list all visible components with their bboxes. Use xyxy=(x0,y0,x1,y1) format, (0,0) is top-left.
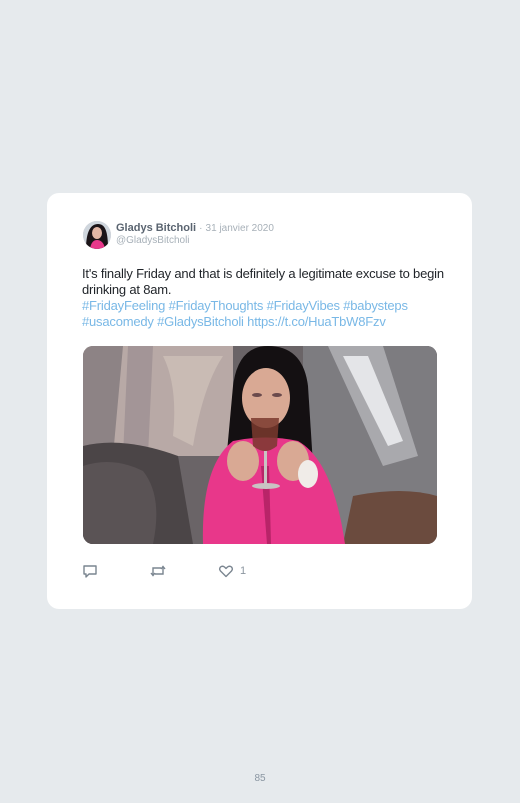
hashtag[interactable]: #FridayFeeling xyxy=(82,298,165,313)
hashtag[interactable]: #babysteps xyxy=(343,298,408,313)
tweet-text: It's finally Friday and that is definite… xyxy=(82,266,447,330)
tweet-card: Gladys Bitcholi · 31 janvier 2020 @Glady… xyxy=(47,193,472,609)
retweet-icon xyxy=(149,563,167,584)
hashtag[interactable]: #FridayThoughts xyxy=(169,298,264,313)
heart-icon xyxy=(218,563,234,584)
tweet-body: It's finally Friday and that is definite… xyxy=(82,266,444,297)
hashtag[interactable]: #usacomedy xyxy=(82,314,154,329)
tweet-actions: 1 xyxy=(82,563,282,583)
like-count: 1 xyxy=(240,564,247,577)
author-line: Gladys Bitcholi · 31 janvier 2020 xyxy=(116,222,274,234)
like-button[interactable]: 1 xyxy=(218,563,246,584)
retweet-button[interactable] xyxy=(149,563,167,584)
tweet-media[interactable] xyxy=(83,346,437,544)
avatar[interactable] xyxy=(83,221,111,249)
separator-dot: · xyxy=(199,223,203,234)
tweet-date[interactable]: 31 janvier 2020 xyxy=(206,223,274,234)
hashtag[interactable]: #GladysBitcholi xyxy=(157,314,244,329)
tweet-link[interactable]: https://t.co/HuaTbW8Fzv xyxy=(247,314,386,329)
hashtag[interactable]: #FridayVibes xyxy=(267,298,340,313)
reply-button[interactable] xyxy=(82,563,98,584)
reply-icon xyxy=(82,563,98,584)
author-name[interactable]: Gladys Bitcholi xyxy=(116,222,196,234)
page-number: 85 xyxy=(254,773,266,784)
author-handle[interactable]: @GladysBitcholi xyxy=(116,235,190,246)
